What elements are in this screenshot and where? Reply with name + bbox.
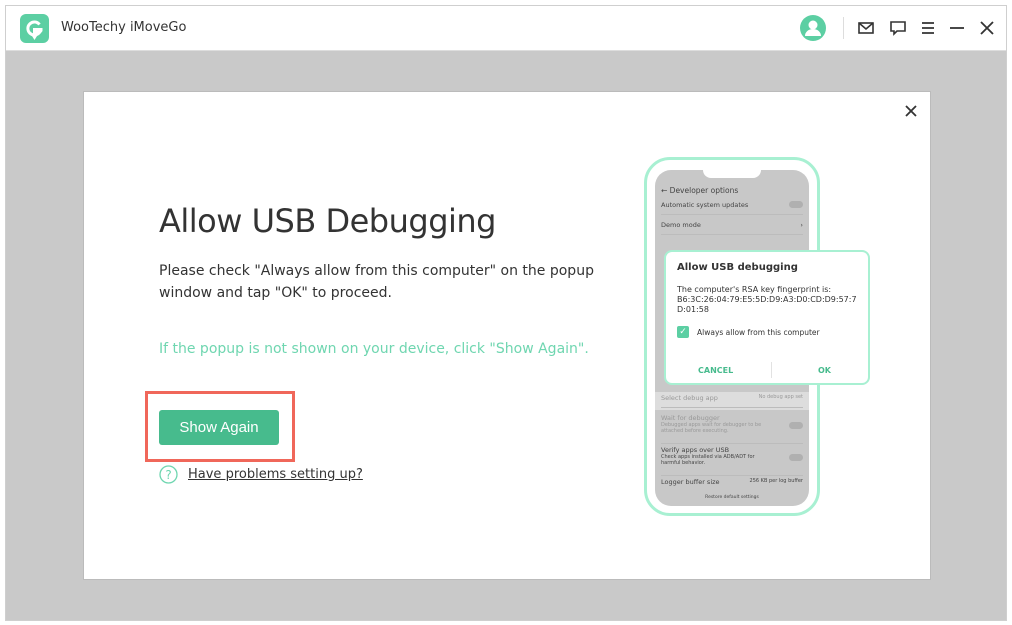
popup-title: Allow USB debugging	[677, 262, 798, 273]
help-link[interactable]: Have problems setting up?	[188, 467, 363, 482]
phone-row: Automatic system updates	[661, 201, 803, 215]
help-icon: ?	[159, 465, 178, 484]
feedback-icon[interactable]	[888, 18, 908, 38]
toggle-icon	[789, 422, 803, 429]
divider	[771, 362, 772, 378]
toggle-icon	[789, 454, 803, 461]
phone-header-text: Developer options	[669, 186, 739, 195]
phone-row: Demo mode ›	[661, 221, 803, 235]
svg-text:?: ?	[165, 468, 171, 482]
row-label: Wait for debugger	[661, 414, 720, 422]
divider	[843, 17, 844, 39]
title-bar: WooTechy iMoveGo	[6, 6, 1006, 51]
close-dialog-icon[interactable]	[904, 104, 918, 118]
phone-row: Wait for debugger Debugged apps wait for …	[661, 414, 803, 444]
phone-notch	[703, 170, 761, 178]
row-sub: Debugged apps wait for debugger to be at…	[661, 422, 762, 434]
phone-row: Select debug app No debug app set	[661, 394, 803, 408]
row-label: Logger buffer size	[661, 478, 720, 486]
row-value: No debug app set	[758, 394, 803, 400]
restore-defaults: Restore default settings	[705, 495, 759, 500]
checkbox-label: Always allow from this computer	[697, 327, 820, 337]
minimize-icon[interactable]	[947, 18, 967, 38]
close-icon[interactable]	[977, 18, 997, 38]
show-again-button[interactable]: Show Again	[159, 410, 279, 445]
checkbox-checked-icon: ✓	[677, 326, 689, 338]
hint-text: If the popup is not shown on your device…	[159, 341, 589, 357]
always-allow-checkbox: ✓ Always allow from this computer	[677, 326, 820, 338]
app-window: WooTechy iMoveGo Allow USB Debugging Ple…	[5, 5, 1007, 621]
row-value: 256 KB per log buffer	[749, 478, 803, 484]
page-title: Allow USB Debugging	[159, 202, 496, 240]
menu-icon[interactable]	[918, 18, 938, 38]
usb-debugging-popup: Allow USB debugging The computer's RSA k…	[664, 250, 870, 385]
app-title: WooTechy iMoveGo	[61, 20, 187, 35]
phone-row: Logger buffer size 256 KB per log buffer	[661, 478, 803, 490]
mail-icon[interactable]	[856, 18, 876, 38]
fingerprint: The computer's RSA key fingerprint is: B6…	[677, 285, 863, 315]
fingerprint-label: The computer's RSA key fingerprint is:	[677, 285, 832, 294]
phone-header: ← Developer options	[661, 186, 739, 195]
popup-ok: OK	[818, 366, 831, 375]
usb-debugging-dialog: Allow USB Debugging Please check "Always…	[83, 91, 931, 580]
instructions: Please check "Always allow from this com…	[159, 263, 594, 301]
fingerprint-value: B6:3C:26:04:79:E5:5D:D9:A3:D0:CD:D9:57:7…	[677, 295, 857, 314]
row-label: Automatic system updates	[661, 201, 749, 209]
user-avatar-icon[interactable]	[800, 15, 826, 41]
row-label: Verify apps over USB	[661, 446, 730, 454]
row-label: Demo mode	[661, 221, 701, 229]
row-label: Select debug app	[661, 394, 718, 402]
phone-row: Verify apps over USB Check apps installed…	[661, 446, 803, 476]
popup-cancel: CANCEL	[698, 366, 734, 375]
toggle-icon	[789, 201, 803, 208]
row-sub: Check apps installed via ADB/ADT for har…	[661, 454, 755, 466]
help-row: ? Have problems setting up?	[159, 465, 363, 484]
app-logo-icon	[20, 14, 49, 43]
